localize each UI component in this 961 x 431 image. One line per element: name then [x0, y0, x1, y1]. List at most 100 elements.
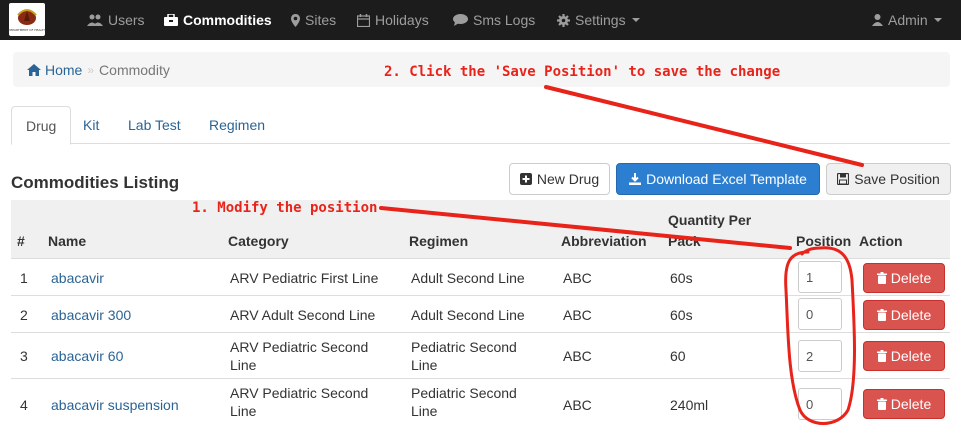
chevron-down-icon	[933, 18, 942, 22]
row-category-cont: Line	[230, 357, 257, 373]
download-excel-template-button[interactable]: Download Excel Template	[616, 163, 820, 195]
row-regimen: Pediatric Second	[411, 339, 517, 355]
delete-label: Delete	[890, 307, 932, 323]
row-index: 1	[20, 270, 28, 286]
trash-icon	[876, 350, 887, 362]
trash-icon	[876, 398, 887, 410]
tab-lab-test[interactable]: Lab Test	[114, 106, 195, 144]
delete-button[interactable]: Delete	[863, 341, 945, 371]
table-row: 1 abacavir ARV Pediatric First Line Adul…	[11, 258, 950, 295]
table-row: 4 abacavir suspension ARV Pediatric Seco…	[11, 378, 950, 431]
nav-commodities[interactable]: Commodities	[164, 0, 272, 40]
row-quantity: 60	[670, 348, 686, 364]
nav-sms-logs-label: Sms Logs	[473, 12, 536, 28]
nav-settings-label: Settings	[575, 12, 626, 28]
nav-users[interactable]: Users	[87, 0, 145, 40]
annotation-step-1: 1. Modify the position	[192, 200, 378, 216]
col-category: Category	[228, 233, 289, 249]
top-navbar: DEPARTMENT OF HEALTH Users Commodities S…	[0, 0, 961, 40]
nav-holidays-label: Holidays	[375, 12, 429, 28]
logo-caption: DEPARTMENT OF HEALTH	[8, 28, 46, 32]
col-regimen: Regimen	[409, 233, 469, 249]
trash-icon	[876, 309, 887, 321]
breadcrumb-current: Commodity	[99, 61, 170, 78]
app-logo[interactable]: DEPARTMENT OF HEALTH	[8, 3, 46, 36]
commodity-tabs: Drug Kit Lab Test Regimen	[11, 106, 950, 145]
delete-button[interactable]: Delete	[863, 300, 945, 330]
chevron-down-icon	[631, 18, 640, 22]
table-row: 2 abacavir 300 ARV Adult Second Line Adu…	[11, 295, 950, 332]
trash-icon	[876, 272, 887, 284]
row-category: ARV Adult Second Line	[230, 307, 376, 323]
col-quantity-line2: Pack	[668, 233, 701, 249]
row-index: 4	[20, 397, 28, 413]
row-abbreviation: ABC	[563, 397, 592, 413]
nav-users-label: Users	[108, 12, 145, 28]
col-name: Name	[48, 233, 87, 249]
col-index: #	[17, 233, 25, 249]
row-quantity: 60s	[670, 307, 693, 323]
comment-icon	[453, 14, 468, 26]
drug-name-link[interactable]: abacavir 300	[51, 307, 131, 324]
delete-label: Delete	[890, 270, 932, 286]
nav-sites-label: Sites	[305, 12, 337, 28]
breadcrumb-home[interactable]: Home	[27, 62, 82, 78]
plus-square-icon	[519, 173, 532, 185]
col-action: Action	[859, 233, 903, 249]
save-position-label: Save Position	[854, 171, 940, 187]
row-category: ARV Pediatric First Line	[230, 270, 379, 286]
drug-name-link[interactable]: abacavir 60	[51, 348, 123, 365]
row-abbreviation: ABC	[563, 270, 592, 286]
drug-name-link[interactable]: abacavir	[51, 270, 104, 287]
row-index: 3	[20, 348, 28, 364]
position-input[interactable]: 0	[798, 298, 842, 330]
breadcrumb-home-label: Home	[45, 61, 83, 78]
nav-settings[interactable]: Settings	[557, 0, 640, 40]
new-drug-button[interactable]: New Drug	[509, 163, 610, 195]
row-abbreviation: ABC	[563, 307, 592, 323]
tab-drug[interactable]: Drug	[11, 106, 72, 145]
row-regimen: Adult Second Line	[411, 270, 525, 286]
user-menu-label: Admin	[888, 12, 928, 28]
nav-sms-logs[interactable]: Sms Logs	[453, 0, 535, 40]
delete-button[interactable]: Delete	[863, 263, 945, 293]
page-title: Commodities Listing	[11, 173, 180, 192]
user-menu[interactable]: Admin	[872, 0, 942, 40]
row-regimen-cont: Line	[411, 357, 438, 373]
save-position-button[interactable]: Save Position	[826, 163, 951, 195]
users-icon	[87, 14, 103, 26]
map-marker-icon	[291, 13, 300, 27]
position-input[interactable]: 1	[798, 261, 842, 293]
user-icon	[872, 14, 883, 26]
table-header: # Name Category Regimen Abbreviation Qua…	[11, 200, 950, 258]
calendar-icon	[357, 13, 370, 27]
tab-regimen[interactable]: Regimen	[195, 106, 279, 144]
col-quantity-line1: Quantity Per	[668, 212, 752, 228]
gear-icon	[557, 13, 570, 27]
col-abbreviation: Abbreviation	[561, 233, 647, 249]
bird-emblem-icon	[17, 9, 37, 25]
breadcrumb-separator: »	[87, 62, 95, 77]
row-category: ARV Pediatric Second	[230, 385, 369, 401]
download-icon	[629, 173, 642, 185]
new-drug-label: New Drug	[536, 171, 600, 187]
floppy-disk-icon	[837, 173, 850, 185]
row-quantity: 60s	[670, 270, 693, 286]
annotation-step-2: 2. Click the 'Save Position' to save the…	[384, 64, 781, 80]
row-index: 2	[20, 307, 28, 323]
table-row: 3 abacavir 60 ARV Pediatric Second Line …	[11, 332, 950, 378]
nav-holidays[interactable]: Holidays	[357, 0, 429, 40]
col-position: Position	[796, 233, 852, 249]
briefcase-icon	[164, 14, 178, 26]
position-input[interactable]: 2	[798, 340, 842, 372]
delete-label: Delete	[890, 396, 932, 412]
nav-commodities-label: Commodities	[183, 12, 272, 28]
download-excel-template-label: Download Excel Template	[646, 171, 807, 187]
position-input[interactable]: 0	[798, 388, 842, 420]
home-icon	[27, 63, 41, 76]
delete-button[interactable]: Delete	[863, 389, 945, 419]
drug-name-link[interactable]: abacavir suspension	[51, 397, 179, 414]
row-regimen: Pediatric Second	[411, 385, 517, 401]
tab-kit[interactable]: Kit	[69, 106, 113, 144]
nav-sites[interactable]: Sites	[291, 0, 336, 40]
